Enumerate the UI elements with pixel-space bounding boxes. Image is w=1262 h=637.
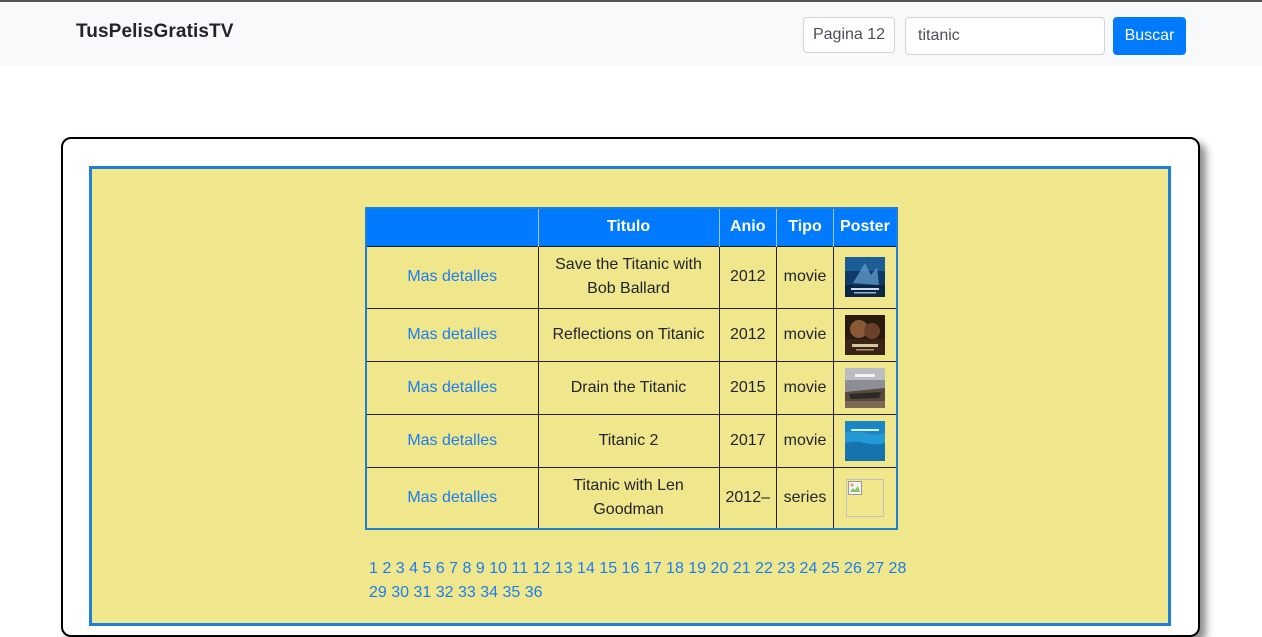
page-link-30[interactable]: 30: [391, 584, 409, 601]
page-link-14[interactable]: 14: [577, 560, 595, 577]
details-link[interactable]: Mas detalles: [407, 432, 497, 449]
type-cell: movie: [776, 413, 834, 468]
type-cell: movie: [776, 307, 834, 362]
page-indicator: Pagina 12: [803, 17, 895, 53]
page-link-16[interactable]: 16: [622, 560, 640, 577]
type-cell: movie: [776, 245, 834, 309]
title-cell: Titanic 2: [537, 413, 720, 468]
table-row: Mas detalles Reflections on Titanic 2012…: [365, 307, 898, 362]
title-cell: Drain the Titanic: [537, 360, 720, 415]
page-link-25[interactable]: 25: [822, 560, 840, 577]
poster-drain-image[interactable]: [844, 367, 885, 408]
page-link-24[interactable]: 24: [800, 560, 818, 577]
page-link-29[interactable]: 29: [369, 584, 387, 601]
poster-cell: [832, 245, 898, 309]
page-link-28[interactable]: 28: [889, 560, 907, 577]
page-link-5[interactable]: 5: [422, 560, 431, 577]
poster-titanic-ballard-image[interactable]: [844, 257, 885, 297]
type-cell: movie: [776, 360, 834, 415]
page-link-27[interactable]: 27: [866, 560, 884, 577]
poster-cell: [832, 307, 898, 362]
page-link-4[interactable]: 4: [409, 560, 418, 577]
details-cell: Mas detalles: [365, 413, 539, 468]
page-link-35[interactable]: 35: [503, 584, 521, 601]
year-cell: 2015: [718, 360, 777, 415]
page-link-18[interactable]: 18: [666, 560, 684, 577]
poster-cell: [832, 360, 898, 415]
page-link-1[interactable]: 1: [369, 560, 378, 577]
page-link-7[interactable]: 7: [449, 560, 458, 577]
header-titulo: Titulo: [538, 208, 720, 246]
page-link-22[interactable]: 22: [755, 560, 773, 577]
page-link-9[interactable]: 9: [476, 560, 485, 577]
page-link-8[interactable]: 8: [463, 560, 472, 577]
pagination: 1 2 3 4 5 6 7 8 9 10 11 12 13 14 15 16 1…: [369, 557, 909, 605]
header-empty: [366, 208, 539, 246]
year-cell: 2012: [718, 245, 777, 309]
navbar: TusPelisGratisTV Pagina 12 Buscar: [0, 2, 1262, 66]
page-link-12[interactable]: 12: [533, 560, 551, 577]
table-row: Mas detalles Drain the Titanic 2015 movi…: [365, 360, 898, 415]
page-link-17[interactable]: 17: [644, 560, 662, 577]
page-link-36[interactable]: 36: [525, 584, 543, 601]
page-link-3[interactable]: 3: [396, 560, 405, 577]
details-cell: Mas detalles: [365, 466, 539, 530]
page-link-20[interactable]: 20: [711, 560, 729, 577]
page-link-23[interactable]: 23: [777, 560, 795, 577]
table-row: Mas detalles Save the Titanic with Bob B…: [365, 245, 898, 309]
page-link-13[interactable]: 13: [555, 560, 573, 577]
details-link[interactable]: Mas detalles: [407, 489, 497, 506]
page-link-11[interactable]: 11: [511, 560, 528, 577]
details-cell: Mas detalles: [365, 245, 539, 309]
details-link[interactable]: Mas detalles: [407, 326, 497, 343]
table-header-row: Titulo Anio Tipo Poster: [366, 208, 897, 246]
page-link-34[interactable]: 34: [480, 584, 498, 601]
page-link-2[interactable]: 2: [382, 560, 391, 577]
page-link-26[interactable]: 26: [844, 560, 862, 577]
table-row: Mas detalles Titanic 2 2017 movie: [365, 413, 898, 468]
title-cell: Titanic with Len Goodman: [537, 466, 720, 530]
page-link-15[interactable]: 15: [599, 560, 617, 577]
poster-titanic2-image[interactable]: [844, 420, 885, 461]
search-input[interactable]: [905, 17, 1105, 55]
title-cell: Reflections on Titanic: [537, 307, 720, 362]
page-link-33[interactable]: 33: [458, 584, 476, 601]
poster-cell: [832, 413, 898, 468]
page-link-31[interactable]: 31: [414, 584, 432, 601]
year-cell: 2012–: [718, 466, 777, 530]
results-table: Titulo Anio Tipo Poster Mas detalles Sav…: [365, 207, 898, 530]
table-row: Mas detalles Titanic with Len Goodman 20…: [365, 466, 898, 530]
type-cell: series: [776, 466, 834, 530]
details-cell: Mas detalles: [365, 360, 539, 415]
page-link-19[interactable]: 19: [688, 560, 706, 577]
page-link-21[interactable]: 21: [733, 560, 751, 577]
header-poster: Poster: [833, 208, 897, 246]
header-anio: Anio: [719, 208, 777, 246]
year-cell: 2017: [718, 413, 777, 468]
search-button[interactable]: Buscar: [1113, 17, 1186, 55]
page-link-10[interactable]: 10: [489, 560, 507, 577]
page-link-32[interactable]: 32: [436, 584, 454, 601]
title-cell: Save the Titanic with Bob Ballard: [537, 245, 720, 309]
poster-cell: [832, 466, 898, 530]
details-link[interactable]: Mas detalles: [407, 379, 497, 396]
year-cell: 2012: [718, 307, 777, 362]
header-tipo: Tipo: [776, 208, 834, 246]
broken-image-icon[interactable]: [845, 478, 884, 517]
page-link-6[interactable]: 6: [436, 560, 445, 577]
details-cell: Mas detalles: [365, 307, 539, 362]
brand-link[interactable]: TusPelisGratisTV: [76, 21, 234, 43]
details-link[interactable]: Mas detalles: [407, 268, 497, 285]
poster-reflections-image[interactable]: [844, 314, 885, 355]
